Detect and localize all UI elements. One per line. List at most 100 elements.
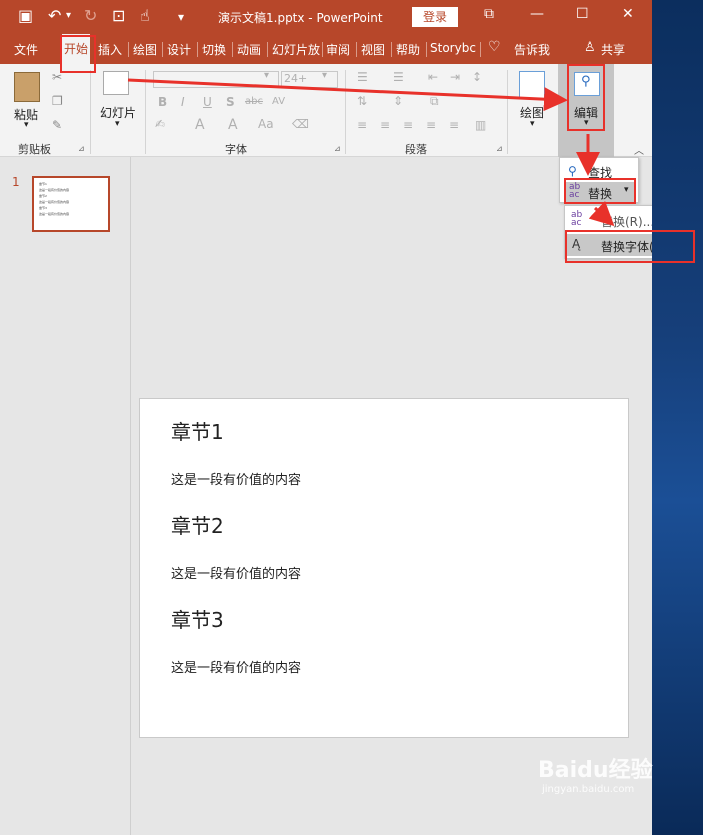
close-button[interactable]: ✕ xyxy=(622,6,634,22)
tab-separator xyxy=(267,42,268,57)
drawing-dropdown-icon[interactable]: ▾ xyxy=(530,119,535,129)
highlight-editing xyxy=(567,64,605,131)
tab-separator xyxy=(480,42,481,57)
font-name-dropdown-icon[interactable]: ▾ xyxy=(264,70,269,81)
desktop-background xyxy=(652,0,703,835)
clipboard-launcher-icon[interactable]: ⊿ xyxy=(78,144,85,153)
share-button[interactable]: 共享 xyxy=(601,41,625,58)
decrease-indent-icon[interactable]: ⇤ xyxy=(428,70,438,84)
watermark-url: jingyan.baidu.com xyxy=(542,784,635,795)
tab-insert[interactable]: 插入 xyxy=(98,41,122,58)
text-effects-icon[interactable]: ✍ xyxy=(155,117,165,131)
section-text-1[interactable]: 这是一段有价值的内容 xyxy=(171,469,301,488)
slide-thumbnail-pane: 1 章节1 这是一段有价值的内容 章节2 这是一段有价值的内容 章节3 这是一段… xyxy=(0,157,131,835)
tab-separator xyxy=(322,42,323,57)
section-text-3[interactable]: 这是一段有价值的内容 xyxy=(171,657,301,676)
undo-icon[interactable]: ↶ xyxy=(48,6,61,25)
distribute-icon[interactable]: ≡ xyxy=(449,118,459,132)
font-launcher-icon[interactable]: ⊿ xyxy=(334,144,341,153)
tab-view[interactable]: 视图 xyxy=(361,41,385,58)
slide-number: 1 xyxy=(12,175,20,189)
align-left-icon[interactable]: ≡ xyxy=(357,118,367,132)
shapes-icon[interactable] xyxy=(519,71,545,99)
copy-icon[interactable]: ❐ xyxy=(52,94,63,108)
justify-icon[interactable]: ≡ xyxy=(426,118,436,132)
replace-icon: ab ac xyxy=(571,210,583,228)
customize-qat-icon[interactable]: ▾ xyxy=(178,10,184,24)
paste-dropdown-icon[interactable]: ▾ xyxy=(24,120,29,130)
bold-button[interactable]: B xyxy=(158,95,167,109)
tab-separator xyxy=(197,42,198,57)
tab-draw[interactable]: 绘图 xyxy=(133,41,157,58)
font-size-dropdown-icon[interactable]: ▾ xyxy=(322,70,327,81)
numbering-icon[interactable]: ☰ xyxy=(393,70,404,84)
watermark: Baidu经验 jingyan.baidu.com xyxy=(538,752,653,795)
clear-format-icon[interactable]: ⌫ xyxy=(292,117,309,131)
tab-review[interactable]: 审阅 xyxy=(326,41,350,58)
login-button[interactable]: 登录 xyxy=(412,7,458,27)
undo-dropdown-icon[interactable]: ▾ xyxy=(66,10,71,21)
person-icon: ♙ xyxy=(584,40,596,55)
maximize-button[interactable]: ☐ xyxy=(576,6,589,22)
slide-thumbnail[interactable]: 章节1 这是一段有价值的内容 章节2 这是一段有价值的内容 章节3 这是一段有价… xyxy=(32,176,110,232)
tab-storyboard[interactable]: Storybc xyxy=(430,41,476,55)
highlight-home-tab xyxy=(60,35,96,73)
group-clipboard: 剪贴板 xyxy=(18,143,51,156)
align-right-icon[interactable]: ≡ xyxy=(403,118,413,132)
search-icon: ⚲ xyxy=(568,164,577,178)
save-icon[interactable]: ▣ xyxy=(18,6,33,25)
thumb-text: 这是一段有价值的内容 xyxy=(39,212,70,216)
change-case-button[interactable]: Aa xyxy=(258,117,274,131)
italic-button[interactable]: I xyxy=(181,95,185,109)
line-spacing-icon[interactable]: ↕ xyxy=(472,70,482,84)
new-slide-dropdown-icon[interactable]: ▾ xyxy=(115,119,120,129)
touch-mode-icon[interactable]: ☝ xyxy=(140,6,150,25)
align-center-icon[interactable]: ≡ xyxy=(380,118,390,132)
minimize-button[interactable]: — xyxy=(530,6,544,22)
slideshow-icon[interactable]: ⊡ xyxy=(112,6,125,25)
paragraph-launcher-icon[interactable]: ⊿ xyxy=(496,144,503,153)
increase-indent-icon[interactable]: ⇥ xyxy=(450,70,460,84)
tab-file[interactable]: 文件 xyxy=(14,41,38,58)
font-color-button[interactable]: A xyxy=(195,117,205,133)
shadow-button[interactable]: S xyxy=(226,95,235,109)
highlight-replace xyxy=(564,178,636,204)
smartart-icon[interactable]: ⧉ xyxy=(430,94,439,109)
format-painter-icon[interactable]: ✎ xyxy=(52,118,62,132)
paste-icon[interactable] xyxy=(14,72,40,102)
redo-icon: ↻ xyxy=(84,6,98,25)
tab-help[interactable]: 帮助 xyxy=(396,41,420,58)
replace-menu-item[interactable]: 替换(R)... xyxy=(601,213,654,230)
tab-separator xyxy=(162,42,163,57)
new-slide-icon[interactable] xyxy=(103,71,129,95)
section-text-2[interactable]: 这是一段有价值的内容 xyxy=(171,563,301,582)
slide-canvas[interactable]: 章节1 这是一段有价值的内容 章节2 这是一段有价值的内容 章节3 这是一段有价… xyxy=(139,398,629,738)
ribbon-tabs: 文件 开始 插入 绘图 设计 切换 动画 幻灯片放 审阅 视图 帮助 Story… xyxy=(0,34,652,64)
tab-separator xyxy=(232,42,233,57)
bullets-icon[interactable]: ☰ xyxy=(357,70,368,84)
text-direction-icon[interactable]: ⇅ xyxy=(357,94,367,108)
tab-separator xyxy=(128,42,129,57)
tab-slideshow[interactable]: 幻灯片放 xyxy=(272,41,320,58)
title-bar: ▣ ↶ ▾ ↻ ⊡ ☝ ▾ 演示文稿1.pptx - PowerPoint 登录… xyxy=(0,0,652,34)
section-heading-2[interactable]: 章节2 xyxy=(171,510,224,539)
tab-transitions[interactable]: 切换 xyxy=(202,41,226,58)
tab-separator xyxy=(426,42,427,57)
collapse-ribbon-icon[interactable]: ︿ xyxy=(634,142,644,157)
tab-animations[interactable]: 动画 xyxy=(237,41,261,58)
tab-design[interactable]: 设计 xyxy=(167,41,191,58)
ribbon-display-icon[interactable]: ⧉ xyxy=(484,6,494,22)
align-text-icon[interactable]: ⇕ xyxy=(393,94,403,108)
section-heading-3[interactable]: 章节3 xyxy=(171,604,224,633)
underline-button[interactable]: U xyxy=(203,95,212,109)
columns-icon[interactable]: ▥ xyxy=(475,118,486,132)
tell-me-search[interactable]: 告诉我 xyxy=(514,41,550,58)
font-size-value: 24+ xyxy=(284,72,308,85)
ribbon-home: 粘贴 ▾ ✂ ❐ ✎ 剪贴板 ⊿ 幻灯片 ▾ ▾ 24+ ▾ B I U S a… xyxy=(0,64,652,157)
tab-separator xyxy=(356,42,357,57)
char-spacing-button[interactable]: AV xyxy=(272,96,285,107)
strikethrough-button[interactable]: abc xyxy=(245,96,263,107)
font-name-combo[interactable] xyxy=(153,71,279,88)
grow-font-button[interactable]: A xyxy=(228,117,238,133)
section-heading-1[interactable]: 章节1 xyxy=(171,416,224,445)
